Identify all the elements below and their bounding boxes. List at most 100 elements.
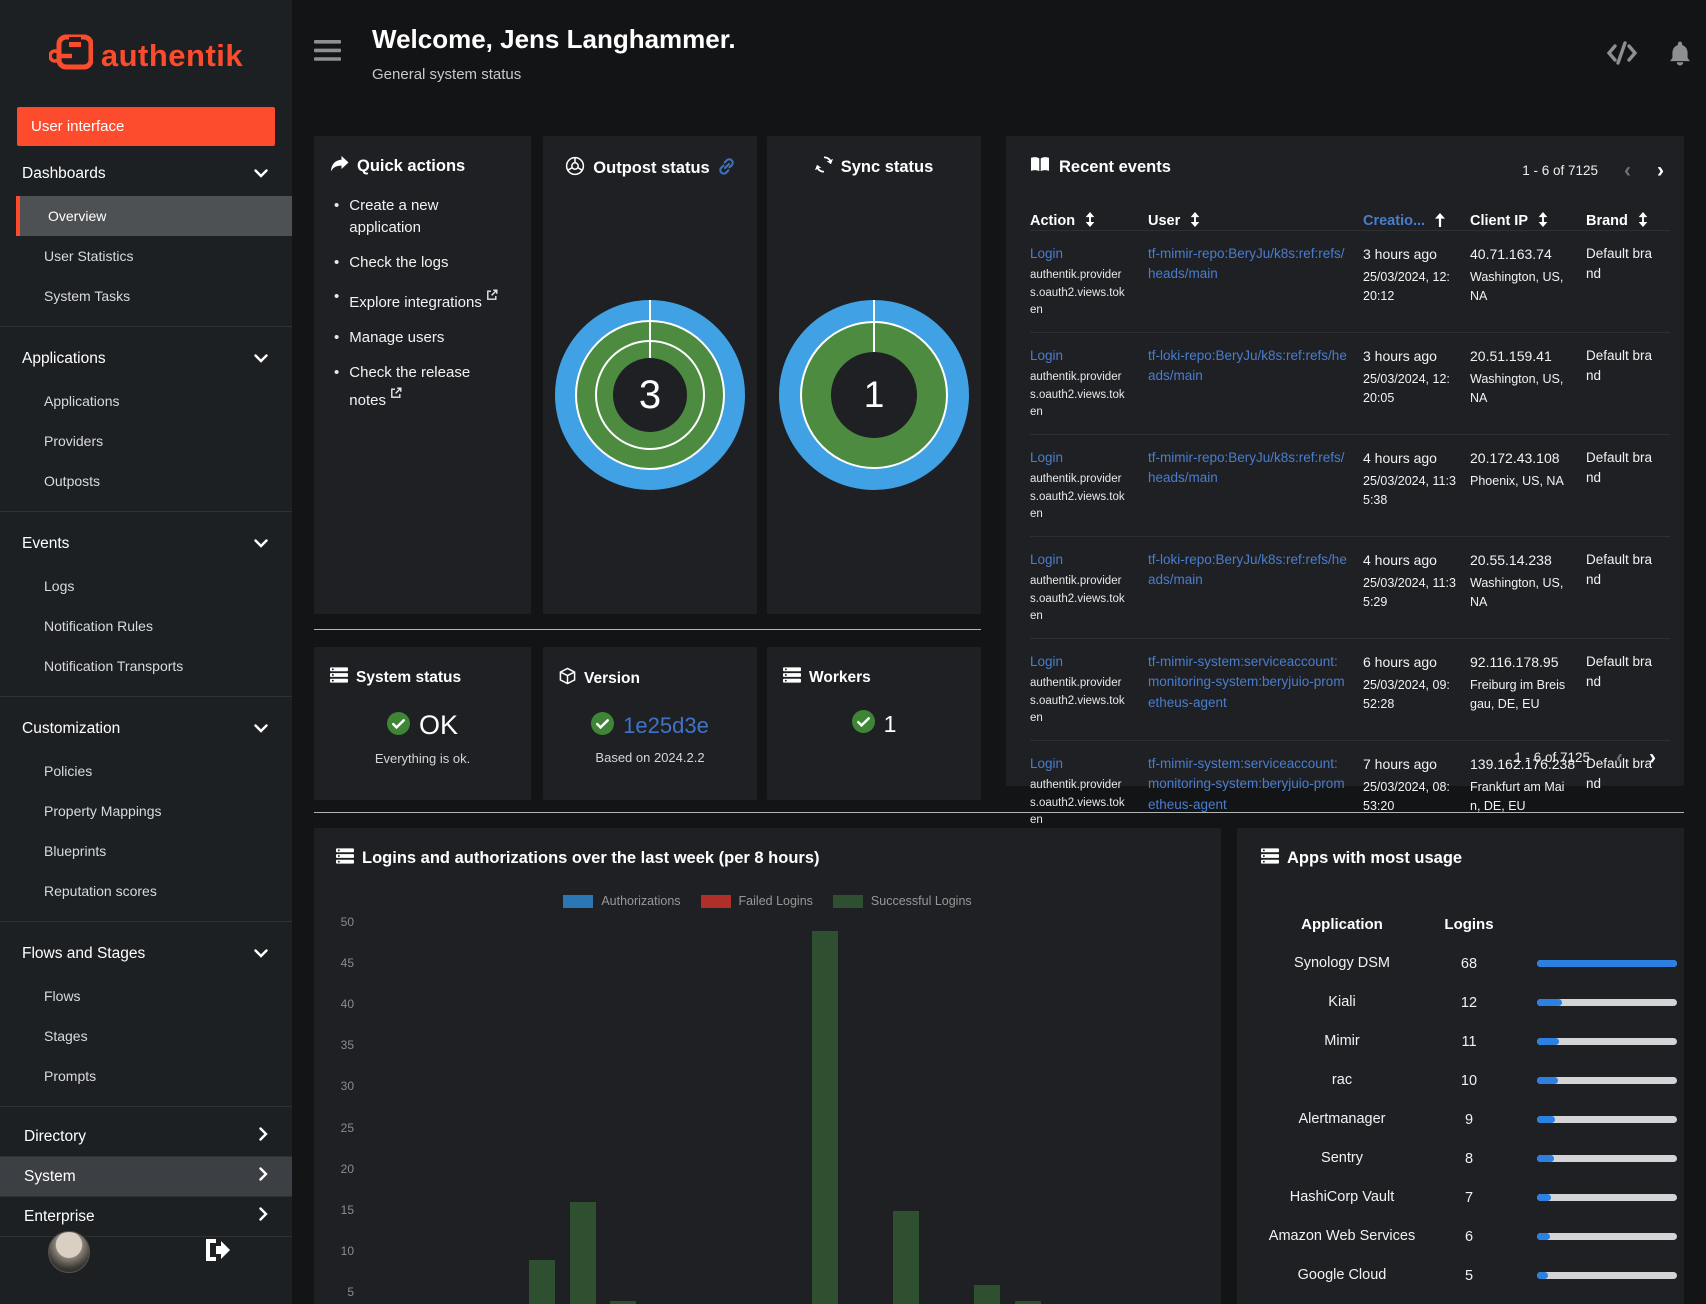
event-brand-cell: Default brand (1586, 638, 1670, 740)
sidebar-section-label: Dashboards (22, 165, 106, 182)
sidebar-item-system-tasks[interactable]: System Tasks (0, 276, 292, 316)
sidebar-item-policies[interactable]: Policies (0, 751, 292, 791)
event-brand: Default brand (1586, 246, 1653, 282)
page-prev-icon[interactable]: ‹ (1624, 160, 1631, 181)
sign-out-icon[interactable] (203, 1238, 230, 1267)
notifications-bell-icon[interactable] (1668, 40, 1692, 71)
chart-legend: Authorizations Failed Logins Successful Lo… (314, 894, 1221, 908)
sidebar-item-property-mappings[interactable]: Property Mappings (0, 791, 292, 831)
legend-swatch (700, 894, 731, 908)
quick-action-create-a-new-application[interactable]: Create a new application (334, 195, 521, 239)
authentik-logo-text: authentik (100, 37, 244, 73)
event-user-link[interactable]: tf-mimir-system:serviceaccount:monitorin… (1148, 652, 1349, 713)
sort-icon[interactable] (1190, 212, 1200, 230)
app-logins-count: 11 (1461, 1033, 1477, 1050)
event-action-link[interactable]: Login (1030, 550, 1134, 570)
legend-item-authorizations[interactable]: Authorizations (563, 894, 681, 908)
event-user-link[interactable]: tf-mimir-repo:BeryJu/k8s:ref:refs/heads/… (1148, 448, 1349, 489)
sidebar-item-providers[interactable]: Providers (0, 421, 292, 461)
sidebar-item-outposts[interactable]: Outposts (0, 461, 292, 501)
event-date: 25/03/2024, 08:53:20 (1363, 780, 1450, 813)
sidebar-item-system[interactable]: System (0, 1157, 292, 1197)
quick-action-check-the-release-notes[interactable]: Check the release notes (334, 362, 521, 412)
sort-icon[interactable] (1085, 212, 1095, 230)
event-action-cell: Login authentik.providers.oauth2.views.to… (1030, 230, 1148, 332)
event-action-link[interactable]: Login (1030, 448, 1134, 468)
column-header-brand[interactable]: Brand (1586, 212, 1670, 230)
sidebar-item-logs[interactable]: Logs (0, 566, 292, 606)
avatar[interactable] (48, 1231, 90, 1273)
event-action-link[interactable]: Login (1030, 754, 1134, 774)
sidebar-item-overview[interactable]: Overview (16, 196, 292, 236)
event-client-ip-cell: 20.172.43.108 Phoenix, US, NA (1470, 434, 1586, 536)
sidebar-item-reputation-scores[interactable]: Reputation scores (0, 871, 292, 911)
sidebar-section-customization[interactable]: Customization (0, 707, 292, 751)
y-tick-label: 5 (347, 1284, 354, 1299)
nav-divider (0, 511, 292, 512)
event-action-link[interactable]: Login (1030, 244, 1134, 264)
event-ip: 40.71.163.74 (1470, 246, 1552, 262)
menu-toggle-icon[interactable] (314, 40, 341, 66)
event-user-link[interactable]: tf-mimir-system:serviceaccount:monitorin… (1148, 754, 1349, 815)
apps-usage-header: Application Logins (1257, 904, 1664, 944)
outpost-link-icon[interactable] (718, 157, 735, 180)
sidebar-item-blueprints[interactable]: Blueprints (0, 831, 292, 871)
sort-icon[interactable] (1638, 212, 1648, 230)
sidebar-item-directory[interactable]: Directory (0, 1117, 292, 1157)
sidebar-item-notification-transports[interactable]: Notification Transports (0, 646, 292, 686)
quick-action-check-the-logs[interactable]: Check the logs (334, 252, 521, 274)
legend-item-failed-logins[interactable]: Failed Logins (700, 894, 813, 908)
authentik-logo: authentik (0, 0, 292, 99)
page-next-icon[interactable]: › (1649, 747, 1656, 768)
column-header-action[interactable]: Action (1030, 212, 1148, 230)
system-status-card: System status OK Everything is ok. (314, 647, 531, 800)
app-name: Mimir (1324, 1033, 1360, 1050)
event-user-link[interactable]: tf-mimir-repo:BeryJu/k8s:ref:refs/heads/… (1148, 244, 1349, 285)
sidebar-item-user-statistics[interactable]: User Statistics (0, 236, 292, 276)
event-action-link[interactable]: Login (1030, 346, 1134, 366)
apps-usage-row: Mimir 11 (1257, 1022, 1677, 1061)
legend-item-successful-logins[interactable]: Successful Logins (832, 894, 972, 908)
event-action-cell: Login authentik.providers.oauth2.views.to… (1030, 638, 1148, 740)
column-header-user[interactable]: User (1148, 212, 1363, 230)
version-title: Version (584, 669, 640, 687)
app-name: Google Cloud (1297, 1267, 1387, 1284)
column-header-client-ip[interactable]: Client IP (1470, 212, 1586, 230)
quick-actions-title-row: Quick actions (314, 136, 531, 177)
chevron-down-icon (254, 945, 268, 963)
sidebar-item-notification-rules[interactable]: Notification Rules (0, 606, 292, 646)
workers-title: Workers (809, 668, 871, 686)
quick-action-explore-integrations[interactable]: Explore integrations (334, 286, 521, 314)
app-logins-count: 7 (1464, 1189, 1474, 1206)
sidebar-section-events[interactable]: Events (0, 522, 292, 566)
event-user-link[interactable]: tf-loki-repo:BeryJu/k8s:ref:refs/heads/m… (1148, 550, 1349, 591)
page-next-icon[interactable]: › (1657, 160, 1664, 181)
sidebar-section-dashboards[interactable]: Dashboards (0, 152, 292, 196)
sidebar-item-applications[interactable]: Applications (0, 381, 292, 421)
event-user-link[interactable]: tf-loki-repo:BeryJu/k8s:ref:refs/heads/m… (1148, 346, 1349, 387)
apps-usage-row: Sentry 8 (1257, 1139, 1677, 1178)
sidebar-section-flows-and-stages[interactable]: Flows and Stages (0, 932, 292, 976)
api-code-icon[interactable] (1606, 40, 1638, 71)
quick-action-label: Explore integrations (349, 286, 498, 314)
column-header-creatio-[interactable]: Creatio... (1363, 212, 1470, 230)
sidebar-item-flows[interactable]: Flows (0, 976, 292, 1016)
event-action-link[interactable]: Login (1030, 652, 1134, 672)
event-context: authentik.providers.oauth2.views.token (1030, 575, 1125, 622)
user-interface-button[interactable]: User interface (17, 107, 275, 146)
sidebar-section-applications[interactable]: Applications (0, 337, 292, 381)
quick-action-manage-users[interactable]: Manage users (334, 327, 521, 349)
page-prev-icon[interactable]: ‹ (1616, 747, 1623, 768)
legend-label: Failed Logins (738, 894, 813, 908)
event-action-cell: Login authentik.providers.oauth2.views.to… (1030, 332, 1148, 434)
sidebar-item-prompts[interactable]: Prompts (0, 1056, 292, 1096)
server-icon (330, 667, 348, 688)
version-value[interactable]: 1e25d3e (623, 713, 709, 739)
sort-icon[interactable] (1538, 212, 1548, 230)
sidebar-item-stages[interactable]: Stages (0, 1016, 292, 1056)
system-status-title: System status (356, 668, 462, 686)
event-context: authentik.providers.oauth2.views.token (1030, 371, 1125, 418)
recent-events-title: Recent events (1059, 157, 1171, 176)
sort-arrow-up-icon[interactable] (1435, 212, 1446, 230)
sidebar-section-label: Applications (22, 350, 106, 367)
